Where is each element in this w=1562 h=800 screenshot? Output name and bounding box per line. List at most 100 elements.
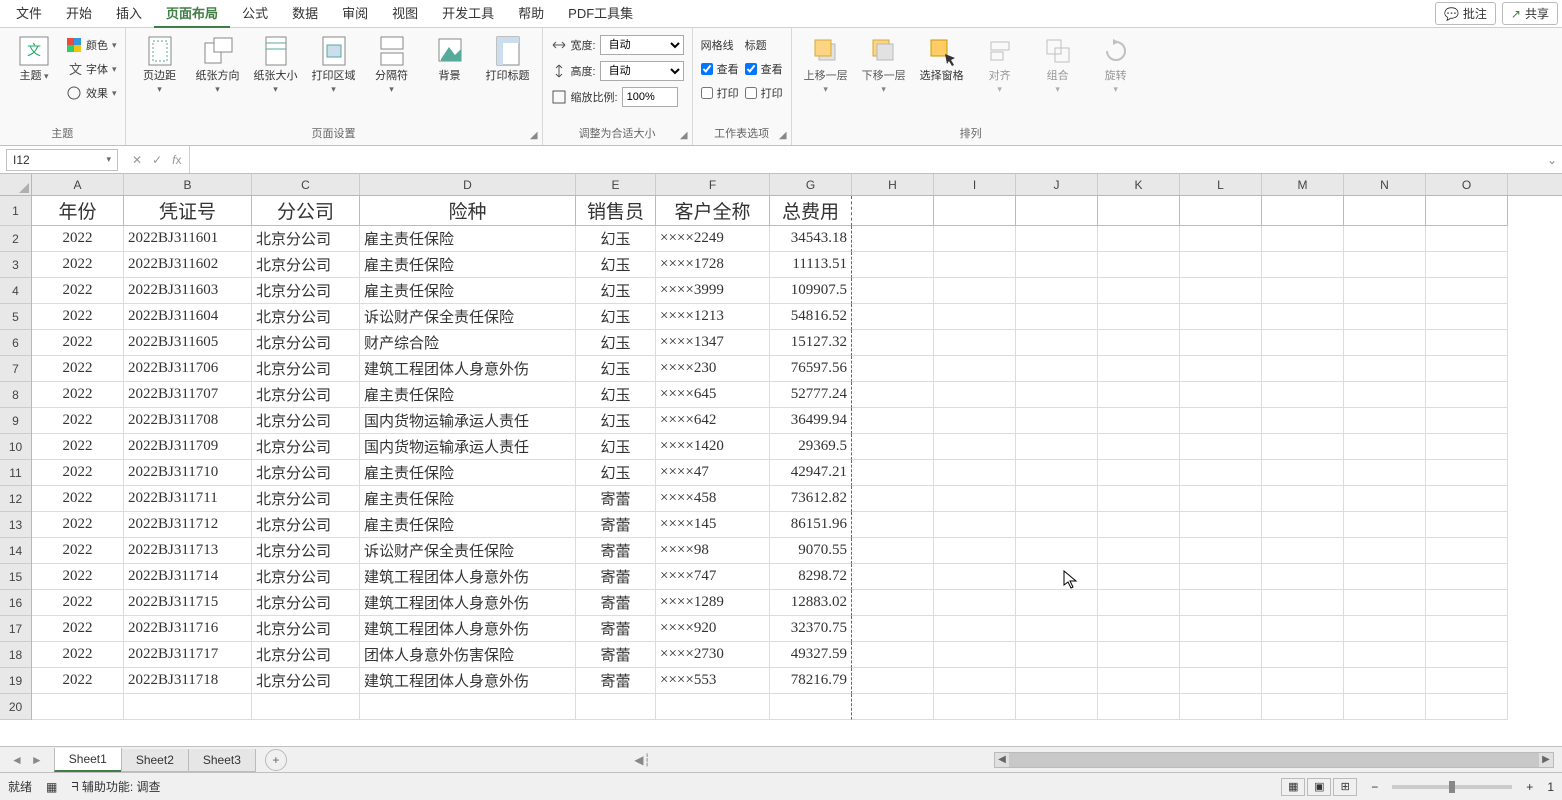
cell[interactable] xyxy=(1344,434,1426,460)
cell[interactable]: 国内货物运输承运人责任 xyxy=(360,408,576,434)
cell[interactable]: 2022 xyxy=(32,486,124,512)
menu-item[interactable]: 开始 xyxy=(54,0,104,28)
cell[interactable] xyxy=(1016,564,1098,590)
cell[interactable] xyxy=(1098,226,1180,252)
cell[interactable] xyxy=(852,564,934,590)
cell[interactable] xyxy=(1016,408,1098,434)
width-select[interactable]: 自动 xyxy=(600,35,684,55)
cell[interactable] xyxy=(1262,642,1344,668)
cell[interactable] xyxy=(1344,460,1426,486)
cell[interactable] xyxy=(934,196,1016,226)
cell[interactable]: 幻玉 xyxy=(576,460,656,486)
colors-button[interactable]: 颜色▾ xyxy=(66,34,117,56)
row-header[interactable]: 11 xyxy=(0,460,31,486)
cell[interactable] xyxy=(1098,304,1180,330)
cell[interactable] xyxy=(1344,668,1426,694)
row-header[interactable]: 10 xyxy=(0,434,31,460)
cell[interactable]: 2022BJ311602 xyxy=(124,252,252,278)
cell[interactable]: 幻玉 xyxy=(576,408,656,434)
cell[interactable] xyxy=(1016,538,1098,564)
bring-forward-button[interactable]: 上移一层▾ xyxy=(800,32,852,96)
cell[interactable] xyxy=(1426,434,1508,460)
cell[interactable]: 2022 xyxy=(32,356,124,382)
cell[interactable] xyxy=(1262,196,1344,226)
row-header[interactable]: 2 xyxy=(0,226,31,252)
gridlines-print-check[interactable] xyxy=(701,87,713,99)
fonts-button[interactable]: 文字体▾ xyxy=(66,58,117,80)
cell[interactable] xyxy=(1016,486,1098,512)
menu-item[interactable]: 文件 xyxy=(4,0,54,28)
cell[interactable] xyxy=(1262,486,1344,512)
cell[interactable]: 北京分公司 xyxy=(252,668,360,694)
cell[interactable] xyxy=(1016,252,1098,278)
cell[interactable] xyxy=(1098,590,1180,616)
cell[interactable] xyxy=(1262,252,1344,278)
cell[interactable]: 幻玉 xyxy=(576,278,656,304)
cell[interactable]: 2022BJ311712 xyxy=(124,512,252,538)
cell[interactable]: 2022BJ311603 xyxy=(124,278,252,304)
cell[interactable] xyxy=(934,668,1016,694)
cell[interactable]: 北京分公司 xyxy=(252,564,360,590)
cell[interactable] xyxy=(252,694,360,720)
cell[interactable] xyxy=(1016,382,1098,408)
cell[interactable] xyxy=(1262,434,1344,460)
cell[interactable]: 2022BJ311605 xyxy=(124,330,252,356)
cell[interactable] xyxy=(656,694,770,720)
comment-button[interactable]: 💬批注 xyxy=(1435,2,1496,25)
cell[interactable]: 2022BJ311710 xyxy=(124,460,252,486)
sheet-tab[interactable]: Sheet2 xyxy=(121,749,189,772)
cell[interactable] xyxy=(1016,356,1098,382)
cell[interactable] xyxy=(1344,486,1426,512)
cell[interactable] xyxy=(1180,694,1262,720)
cell[interactable]: 北京分公司 xyxy=(252,252,360,278)
cell[interactable]: 2022 xyxy=(32,278,124,304)
dialog-launcher-icon[interactable]: ◢ xyxy=(530,130,538,141)
cell[interactable] xyxy=(1344,382,1426,408)
row-header[interactable]: 16 xyxy=(0,590,31,616)
cell[interactable]: 86151.96 xyxy=(770,512,852,538)
cell[interactable] xyxy=(1098,486,1180,512)
cell[interactable]: 险种 xyxy=(360,196,576,226)
cell[interactable]: 雇主责任保险 xyxy=(360,460,576,486)
cell[interactable] xyxy=(1098,434,1180,460)
cell[interactable]: 2022BJ311713 xyxy=(124,538,252,564)
cell[interactable]: 12883.02 xyxy=(770,590,852,616)
row-header[interactable]: 9 xyxy=(0,408,31,434)
cell[interactable]: 109907.5 xyxy=(770,278,852,304)
column-header[interactable]: O xyxy=(1426,174,1508,195)
cell[interactable] xyxy=(934,616,1016,642)
cell[interactable] xyxy=(1262,564,1344,590)
cell[interactable] xyxy=(852,460,934,486)
accessibility-status[interactable]: ᖷ 辅助功能: 调查 xyxy=(71,778,160,795)
cell[interactable] xyxy=(1016,460,1098,486)
cell[interactable]: 销售员 xyxy=(576,196,656,226)
cell[interactable] xyxy=(1016,304,1098,330)
cell[interactable]: 北京分公司 xyxy=(252,616,360,642)
cell[interactable] xyxy=(1344,252,1426,278)
row-header[interactable]: 4 xyxy=(0,278,31,304)
cell[interactable] xyxy=(1344,196,1426,226)
cell[interactable]: 29369.5 xyxy=(770,434,852,460)
cell[interactable] xyxy=(1262,226,1344,252)
cell[interactable] xyxy=(1016,278,1098,304)
cell[interactable]: 北京分公司 xyxy=(252,382,360,408)
cell[interactable]: ××××2249 xyxy=(656,226,770,252)
cell[interactable] xyxy=(934,252,1016,278)
cell[interactable]: ××××145 xyxy=(656,512,770,538)
column-header[interactable]: N xyxy=(1344,174,1426,195)
cell[interactable] xyxy=(1098,694,1180,720)
cell[interactable] xyxy=(1426,616,1508,642)
cell[interactable]: 雇主责任保险 xyxy=(360,252,576,278)
cell[interactable] xyxy=(852,694,934,720)
cell[interactable]: 2022 xyxy=(32,252,124,278)
cell[interactable]: 76597.56 xyxy=(770,356,852,382)
cell[interactable] xyxy=(1262,278,1344,304)
cell[interactable] xyxy=(934,486,1016,512)
cell[interactable] xyxy=(1344,226,1426,252)
cell[interactable] xyxy=(934,434,1016,460)
row-header[interactable]: 1 xyxy=(0,196,31,226)
cell[interactable] xyxy=(1180,278,1262,304)
cell[interactable]: 32370.75 xyxy=(770,616,852,642)
scale-input[interactable] xyxy=(622,87,678,107)
zoom-slider[interactable] xyxy=(1392,785,1512,789)
